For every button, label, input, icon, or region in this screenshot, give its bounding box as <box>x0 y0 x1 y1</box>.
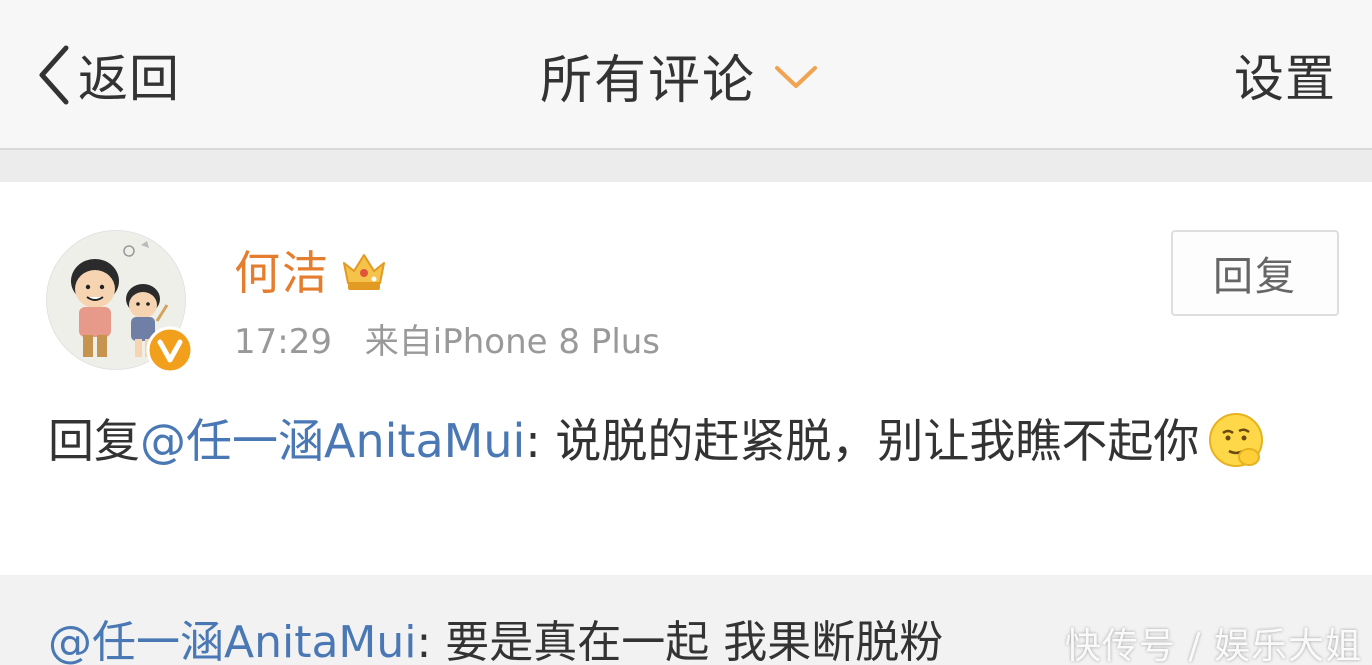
comment-body: : 说脱的赶紧脱，别让我瞧不起你 <box>525 414 1200 468</box>
verified-v-badge-icon <box>146 326 194 374</box>
avatar[interactable] <box>46 230 194 374</box>
settings-button[interactable]: 设置 <box>1234 40 1336 110</box>
quoted-comment-text: @任一涵AnitaMui: 要是真在一起 我果断脱粉 <box>48 613 943 665</box>
username-row: 何洁 <box>234 240 388 300</box>
comment-filter-dropdown[interactable]: 所有评论 <box>540 40 818 111</box>
quoted-comment: @任一涵AnitaMui: 要是真在一起 我果断脱粉 快传号 / 娱乐大姐 <box>0 575 1372 665</box>
reply-prefix: 回复 <box>48 414 140 468</box>
watermark: 快传号 / 娱乐大姐 <box>1064 626 1362 665</box>
back-label: 返回 <box>78 50 180 108</box>
comment-time: 17:29 <box>234 322 332 362</box>
quoted-comment-body: : 要是真在一起 我果断脱粉 <box>416 617 944 665</box>
navigation-bar: 返回 所有评论 设置 <box>0 0 1372 150</box>
comment-meta: 17:29 来自iPhone 8 Plus <box>234 314 660 363</box>
comment-text: 回复@任一涵AnitaMui: 说脱的赶紧脱，别让我瞧不起你 <box>48 404 1328 478</box>
username[interactable]: 何洁 <box>234 237 330 303</box>
mention-link[interactable]: @任一涵AnitaMui <box>140 414 525 468</box>
quoted-mention-link[interactable]: @任一涵AnitaMui <box>48 617 417 665</box>
chevron-left-icon <box>39 45 69 105</box>
chevron-down-icon <box>775 66 818 88</box>
section-divider <box>0 150 1372 182</box>
reply-button[interactable]: 回复 <box>1171 230 1339 316</box>
back-button[interactable]: 返回 <box>36 40 180 110</box>
comment-source: 来自iPhone 8 Plus <box>364 322 661 362</box>
smirk-emoji-icon <box>1209 412 1264 467</box>
comment-card: 何洁 17:29 来自iPhone 8 Plus 回复 回复@任一涵AnitaM… <box>0 182 1372 575</box>
page-title: 所有评论 <box>540 50 757 111</box>
crown-member-icon <box>343 254 385 290</box>
